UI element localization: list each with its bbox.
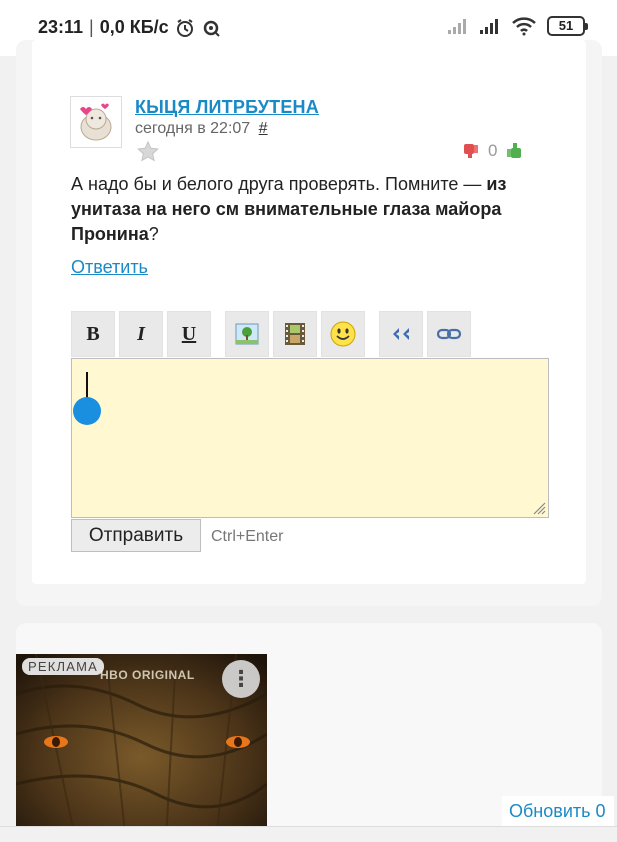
ad-label: РЕКЛАМА — [22, 658, 105, 675]
quote-button[interactable] — [379, 311, 423, 357]
thumbs-down-icon[interactable] — [462, 142, 480, 160]
reply-link[interactable]: Ответить — [71, 257, 148, 278]
battery-indicator: 51 — [547, 16, 588, 36]
quote-icon — [393, 328, 409, 340]
italic-button-label: I — [137, 322, 145, 345]
comment-editor[interactable] — [71, 358, 549, 518]
status-separator: | — [89, 17, 94, 37]
text-caret — [86, 372, 88, 398]
refresh-button[interactable]: Обновить 0 — [502, 796, 614, 826]
headset-icon — [203, 20, 220, 37]
link-button[interactable] — [427, 311, 471, 357]
alarm-icon — [176, 18, 193, 37]
signal-2-icon — [480, 19, 498, 34]
submit-hint: Ctrl+Enter — [211, 528, 284, 545]
more-icon: ⋮ — [230, 666, 252, 691]
submit-button[interactable]: Отправить — [71, 519, 201, 552]
comment-author[interactable]: КЫЦЯ ЛИТРБУТЕНА — [135, 97, 319, 118]
film-icon — [285, 323, 305, 345]
bold-button-label: B — [86, 322, 100, 345]
avatar[interactable] — [70, 96, 122, 148]
ad-brand: HBO ORIGINAL — [100, 668, 195, 682]
italic-button[interactable]: I — [119, 311, 163, 357]
star-icon[interactable] — [136, 140, 160, 164]
bold-button[interactable]: B — [71, 311, 115, 357]
bottom-bar — [0, 826, 617, 842]
vote-count: 0 — [488, 141, 498, 160]
smiley-icon — [330, 321, 356, 347]
insert-smiley-button[interactable] — [321, 311, 365, 357]
comment-text-end: ? — [148, 224, 159, 244]
status-right: 51 — [447, 16, 588, 36]
insert-image-button[interactable] — [225, 311, 269, 357]
status-time: 23:11 — [38, 17, 84, 37]
image-icon — [235, 323, 259, 345]
comment-time: сегодня в 22:07 — [135, 120, 251, 137]
comment-text: А надо бы и белого друга проверять. Помн… — [71, 172, 541, 247]
vote-controls: 0 — [462, 141, 523, 161]
comment-meta: сегодня в 22:07 # — [135, 120, 268, 138]
cat-avatar-icon — [80, 103, 112, 141]
comment-permalink[interactable]: # — [259, 120, 268, 137]
insert-video-button[interactable] — [273, 311, 317, 357]
signal-icon — [448, 19, 466, 34]
underline-button-label: U — [181, 322, 197, 345]
status-speed: 0,0 КБ/с — [99, 17, 169, 37]
underline-button[interactable]: U — [167, 311, 211, 357]
link-icon — [437, 328, 461, 340]
resize-handle-icon[interactable] — [532, 501, 546, 515]
caret-handle[interactable] — [73, 397, 101, 425]
comment-text-plain: А надо бы и белого друга проверять. Помн… — [71, 174, 487, 194]
wifi-icon — [512, 17, 536, 36]
status-left: 23:11 | 0,0 КБ/с — [38, 17, 221, 38]
thumbs-up-icon[interactable] — [505, 142, 523, 160]
ad-banner[interactable]: HBO ORIGINAL РЕКЛАМА ⋮ — [16, 654, 267, 842]
ad-more-button[interactable]: ⋮ — [222, 660, 260, 698]
